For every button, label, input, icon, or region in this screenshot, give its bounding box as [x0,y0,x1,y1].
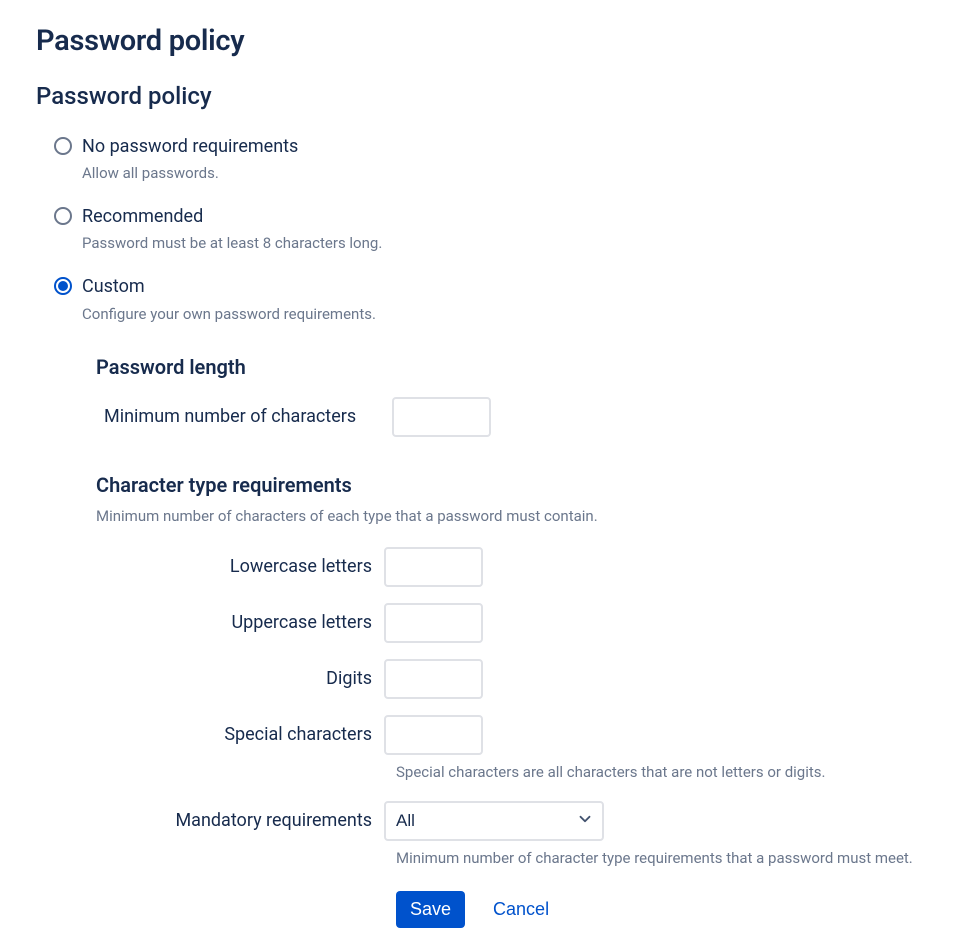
special-label: Special characters [96,724,384,745]
digits-input[interactable] [384,659,483,699]
save-button[interactable]: Save [396,891,465,928]
field-digits: Digits [96,659,944,699]
min-chars-input[interactable] [392,397,491,437]
lowercase-input[interactable] [384,547,483,587]
radio-button[interactable] [54,207,72,225]
radio-option-custom[interactable]: Custom Configure your own password requi… [54,274,944,324]
radio-label[interactable]: Recommended [82,204,382,229]
field-uppercase: Uppercase letters [96,603,944,643]
radio-label[interactable]: No password requirements [82,134,298,159]
section-title: Password policy [36,82,944,110]
radio-description: Configure your own password requirements… [82,304,376,325]
radio-label[interactable]: Custom [82,274,376,299]
radio-option-recommended[interactable]: Recommended Password must be at least 8 … [54,204,944,254]
radio-option-no-requirements[interactable]: No password requirements Allow all passw… [54,134,944,184]
radio-text: Recommended Password must be at least 8 … [82,204,382,254]
button-row: Save Cancel [396,891,944,928]
lowercase-label: Lowercase letters [96,556,384,577]
field-special: Special characters [96,715,944,755]
custom-config-panel: Password length Minimum number of charac… [96,355,944,928]
field-mandatory: Mandatory requirements All [96,801,944,841]
mandatory-select-wrapper: All [384,801,604,841]
page-title: Password policy [36,24,944,58]
char-type-title: Character type requirements [96,473,944,497]
uppercase-input[interactable] [384,603,483,643]
mandatory-help: Minimum number of character type require… [396,849,944,867]
policy-radio-group: No password requirements Allow all passw… [36,134,944,325]
char-type-description: Minimum number of characters of each typ… [96,507,944,525]
radio-button[interactable] [54,277,72,295]
special-help: Special characters are all characters th… [396,763,944,781]
password-length-title: Password length [96,355,944,379]
mandatory-select[interactable]: All [384,801,604,841]
digits-label: Digits [96,668,384,689]
radio-text: No password requirements Allow all passw… [82,134,298,184]
special-input[interactable] [384,715,483,755]
mandatory-label: Mandatory requirements [96,810,384,831]
radio-button[interactable] [54,137,72,155]
radio-text: Custom Configure your own password requi… [82,274,376,324]
radio-description: Password must be at least 8 characters l… [82,233,382,254]
cancel-button[interactable]: Cancel [493,899,549,920]
min-chars-label: Minimum number of characters [96,406,392,427]
field-lowercase: Lowercase letters [96,547,944,587]
field-min-chars: Minimum number of characters [96,397,944,437]
uppercase-label: Uppercase letters [96,612,384,633]
radio-description: Allow all passwords. [82,163,298,184]
